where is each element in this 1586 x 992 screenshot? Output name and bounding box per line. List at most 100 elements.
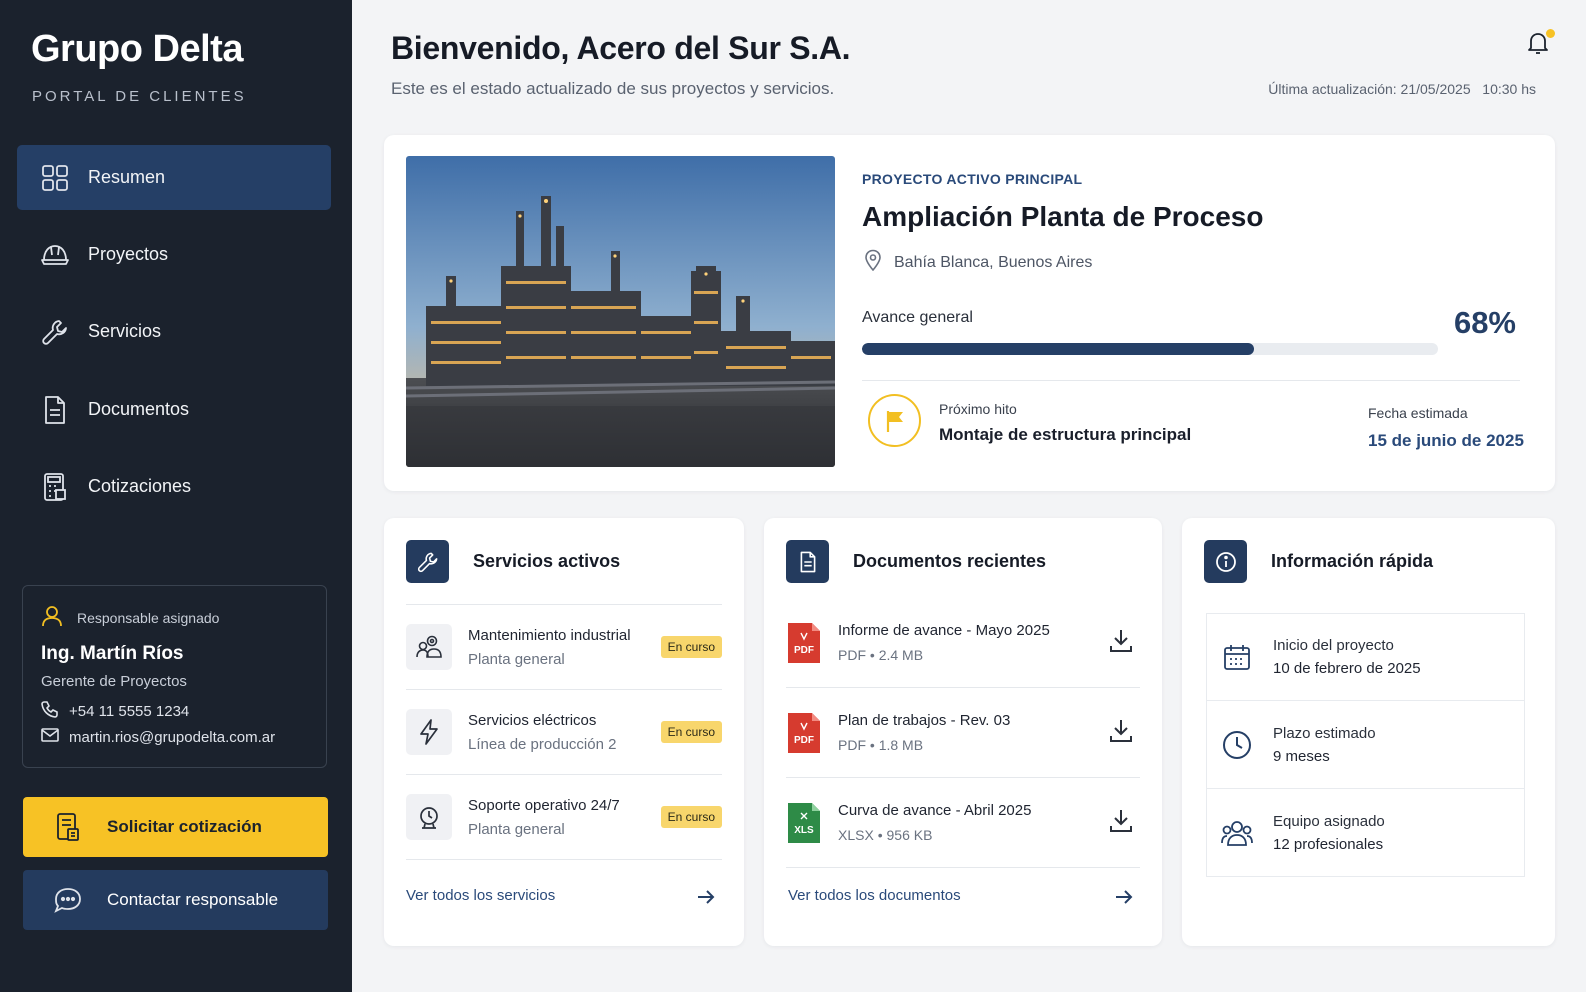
mail-icon: [41, 728, 59, 746]
info-label: Plazo estimado: [1273, 724, 1376, 742]
document-title: Plan de trabajos - Rev. 03: [838, 712, 1011, 729]
xls-file-icon: XLS: [788, 802, 820, 843]
info-value: 9 meses: [1273, 747, 1330, 765]
contact-responsible-label: Contactar responsable: [107, 890, 279, 909]
panel-header: Servicios activos: [406, 540, 620, 583]
sidebar-item-proyectos[interactable]: Proyectos: [17, 222, 331, 287]
document-meta: PDF • 1.8 MB: [838, 737, 924, 753]
milestone-value: Montaje de estructura principal: [939, 425, 1192, 444]
service-title: Servicios eléctricos: [468, 711, 597, 729]
view-all-documents-link[interactable]: Ver todos los documentos: [788, 887, 961, 904]
calculator-icon: [40, 472, 70, 502]
document-item[interactable]: PDF Plan de trabajos - Rev. 03 PDF • 1.8…: [786, 688, 1140, 778]
responsible-email[interactable]: martin.rios@grupodelta.com.ar: [41, 728, 275, 746]
grid-icon: [40, 163, 70, 193]
info-value: 12 profesionales: [1273, 835, 1384, 853]
calendar-icon: [1219, 639, 1255, 675]
sidebar-item-label: Servicios: [88, 321, 162, 341]
sidebar-item-label: Documentos: [88, 399, 190, 419]
service-title: Soporte operativo 24/7: [468, 796, 620, 814]
sidebar: Grupo Delta PORTAL DE CLIENTES Resumen P…: [0, 0, 352, 992]
page-title: Bienvenido, Acero del Sur S.A.: [391, 30, 851, 66]
svg-text:PDF: PDF: [794, 645, 814, 656]
page-subtitle: Este es el estado actualizado de sus pro…: [391, 79, 835, 98]
recent-documents-card: Documentos recientes PDF Informe de avan…: [764, 518, 1162, 946]
sidebar-item-label: Resumen: [88, 167, 166, 187]
contact-responsible-button[interactable]: Contactar responsable: [23, 870, 328, 930]
document-meta: XLSX • 956 KB: [838, 827, 933, 843]
responsible-heading-text: Responsable asignado: [77, 609, 220, 626]
responsible-email-text: martin.rios@grupodelta.com.ar: [69, 728, 276, 746]
panel-title: Servicios activos: [473, 551, 621, 571]
document-item[interactable]: XLS Curva de avance - Abril 2025 XLSX • …: [786, 778, 1140, 868]
view-all-services-link[interactable]: Ver todos los servicios: [406, 887, 555, 904]
service-location: Línea de producción 2: [468, 735, 617, 753]
pdf-file-icon: PDF: [788, 622, 820, 663]
info-item: Equipo asignado 12 profesionales: [1206, 789, 1525, 877]
document-item[interactable]: PDF Informe de avance - Mayo 2025 PDF • …: [786, 598, 1140, 688]
status-badge: En curso: [660, 636, 722, 658]
sidebar-item-resumen[interactable]: Resumen: [17, 145, 331, 210]
document-title: Curva de avance - Abril 2025: [838, 802, 1032, 819]
service-title: Mantenimiento industrial: [468, 626, 631, 644]
info-label: Equipo asignado: [1273, 812, 1385, 830]
document-icon: [40, 395, 70, 425]
sidebar-item-documentos[interactable]: Documentos: [17, 377, 331, 442]
sidebar-item-label: Proyectos: [88, 244, 169, 264]
info-value: 10 de febrero de 2025: [1273, 660, 1421, 677]
arrow-right-icon[interactable]: [696, 888, 718, 908]
panel-header: Documentos recientes: [786, 540, 1046, 583]
responsible-role: Gerente de Proyectos: [41, 673, 187, 690]
service-location: Planta general: [468, 650, 565, 668]
chat-icon: [53, 885, 83, 915]
divider: [862, 380, 1520, 381]
sidebar-item-servicios[interactable]: Servicios: [17, 299, 331, 364]
progress-percentage: 68%: [1453, 305, 1516, 340]
info-item: Plazo estimado 9 meses: [1206, 701, 1525, 789]
alarm-icon: [406, 794, 452, 840]
phone-icon: [41, 700, 59, 722]
wrench-icon: [406, 540, 449, 583]
notification-dot: [1546, 29, 1555, 38]
download-icon[interactable]: [1109, 628, 1135, 656]
active-services-card: Servicios activos Mantenimiento industri…: [384, 518, 744, 946]
brand-name: Grupo Delta: [31, 28, 243, 70]
brand-subtitle: PORTAL DE CLIENTES: [32, 88, 247, 105]
services-list: Mantenimiento industrial Planta general …: [406, 604, 722, 860]
pdf-file-icon: PDF: [788, 712, 820, 753]
progress-bar: [862, 343, 1438, 355]
panel-title: Información rápida: [1271, 551, 1434, 571]
arrow-right-icon[interactable]: [1114, 888, 1136, 908]
download-icon[interactable]: [1109, 718, 1135, 746]
sidebar-item-label: Cotizaciones: [88, 476, 192, 496]
main-project-card: PROYECTO ACTIVO PRINCIPAL Ampliación Pla…: [384, 135, 1555, 491]
responsible-phone-text: +54 11 5555 1234: [69, 702, 190, 720]
progress-label: Avance general: [862, 309, 973, 326]
responsible-heading: Responsable asignado: [41, 605, 219, 630]
milestone-label: Próximo hito: [939, 401, 1017, 417]
project-location-text: Bahía Blanca, Buenos Aires: [894, 253, 1093, 271]
panel-title: Documentos recientes: [853, 551, 1047, 571]
last-updated: Última actualización: 21/05/2025 10:30 h…: [1268, 81, 1536, 97]
documents-list: PDF Informe de avance - Mayo 2025 PDF • …: [786, 598, 1140, 868]
estimated-date-label: Fecha estimada: [1368, 405, 1468, 421]
milestone-flag-icon: [868, 394, 921, 447]
progress-bar-fill: [862, 343, 1254, 355]
sidebar-item-cotizaciones[interactable]: Cotizaciones: [17, 454, 331, 519]
status-badge: En curso: [660, 721, 722, 743]
status-badge: En curso: [660, 806, 722, 828]
document-title: Informe de avance - Mayo 2025: [838, 622, 1050, 639]
request-quote-label: Solicitar cotización: [107, 817, 262, 836]
download-icon[interactable]: [1109, 808, 1135, 836]
plant-image: [406, 156, 835, 467]
service-item[interactable]: Mantenimiento industrial Planta general …: [406, 605, 722, 690]
team-icon: [1219, 815, 1255, 851]
quick-info-card: Información rápida Inicio del proyecto 1…: [1182, 518, 1555, 946]
project-location: Bahía Blanca, Buenos Aires: [864, 249, 1092, 276]
request-quote-button[interactable]: Solicitar cotización: [23, 797, 328, 857]
info-item: Inicio del proyecto 10 de febrero de 202…: [1206, 613, 1525, 701]
responsible-phone[interactable]: +54 11 5555 1234: [41, 700, 189, 722]
service-item[interactable]: Servicios eléctricos Línea de producción…: [406, 690, 722, 775]
svg-text:PDF: PDF: [794, 735, 814, 746]
service-item[interactable]: Soporte operativo 24/7 Planta general En…: [406, 775, 722, 860]
